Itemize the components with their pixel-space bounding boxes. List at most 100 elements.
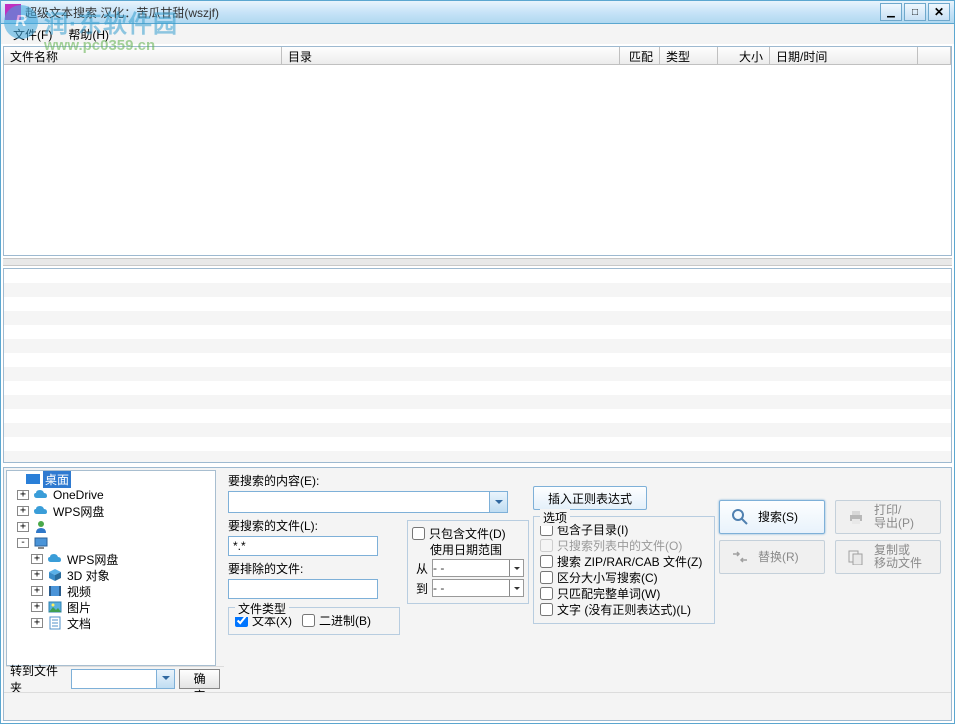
date-range-group: 只包含文件(D) 使用日期范围 从 - - 到 - - bbox=[407, 520, 529, 604]
title-bar: 超级文本搜索 汉化：苦瓜甘甜(wszjf) ▁ □ ✕ bbox=[0, 0, 955, 24]
options-legend: 选项 bbox=[540, 509, 570, 526]
documents-icon bbox=[47, 616, 63, 630]
content-label: 要搜索的内容(E): bbox=[228, 472, 403, 489]
only-include-label: 只包含文件(D) bbox=[429, 525, 506, 542]
results-body bbox=[4, 65, 951, 255]
tree-desktop[interactable]: 桌面 bbox=[7, 471, 215, 487]
tree-documents[interactable]: + 文档 bbox=[7, 615, 215, 631]
exclude-files-input[interactable] bbox=[228, 579, 378, 599]
replace-button: 替换(R) bbox=[719, 540, 825, 574]
chevron-down-icon[interactable] bbox=[489, 492, 507, 512]
tree-this-pc[interactable]: - bbox=[7, 535, 215, 551]
app-icon bbox=[5, 4, 21, 20]
col-directory[interactable]: 目录 bbox=[282, 47, 620, 64]
results-list[interactable]: 文件名称 目录 匹配 类型 大小 日期/时间 bbox=[3, 46, 952, 256]
expand-icon[interactable]: + bbox=[31, 618, 43, 628]
tree-wps-cloud-2[interactable]: + WPS网盘 bbox=[7, 551, 215, 567]
tree-pictures[interactable]: + 图片 bbox=[7, 599, 215, 615]
chevron-down-icon[interactable] bbox=[156, 670, 174, 688]
filetype-legend: 文件类型 bbox=[235, 600, 289, 617]
opt-whole-checkbox[interactable] bbox=[540, 587, 553, 600]
expand-icon[interactable]: + bbox=[31, 554, 43, 564]
col-extra[interactable] bbox=[918, 47, 951, 64]
search-files-input[interactable] bbox=[228, 536, 378, 556]
expand-icon[interactable]: + bbox=[31, 602, 43, 612]
tree-onedrive[interactable]: + OneDrive bbox=[7, 487, 215, 503]
goto-folder-combo[interactable] bbox=[71, 669, 175, 689]
objects3d-icon bbox=[47, 568, 63, 582]
col-datetime[interactable]: 日期/时间 bbox=[770, 47, 918, 64]
expand-icon[interactable]: + bbox=[17, 522, 29, 532]
close-button[interactable]: ✕ bbox=[928, 3, 950, 21]
folder-tree[interactable]: 桌面 + OneDrive + WPS网盘 + bbox=[6, 470, 216, 666]
opt-whole-label: 只匹配完整单词(W) bbox=[557, 585, 660, 602]
filetype-binary-label: 二进制(B) bbox=[319, 612, 371, 629]
date-from-input[interactable]: - - bbox=[432, 559, 524, 577]
opt-case-label: 区分大小写搜索(C) bbox=[557, 569, 658, 586]
col-size[interactable]: 大小 bbox=[718, 47, 770, 64]
col-filename[interactable]: 文件名称 bbox=[4, 47, 282, 64]
search-content-combo[interactable] bbox=[228, 491, 508, 513]
opt-literal-label: 文字 (没有正则表达式)(L) bbox=[557, 601, 691, 618]
results-header: 文件名称 目录 匹配 类型 大小 日期/时间 bbox=[4, 47, 951, 65]
main-container: 文件名称 目录 匹配 类型 大小 日期/时间 桌面 bbox=[0, 44, 955, 724]
desktop-icon bbox=[25, 472, 41, 486]
tree-videos[interactable]: + 视频 bbox=[7, 583, 215, 599]
menu-help[interactable]: 帮助(H) bbox=[60, 24, 117, 45]
cloud-icon bbox=[33, 488, 49, 502]
menu-file[interactable]: 文件(F) bbox=[5, 24, 60, 45]
date-from-label: 从 bbox=[412, 560, 428, 577]
menu-bar: 文件(F) 帮助(H) bbox=[0, 24, 955, 44]
copy-icon bbox=[846, 547, 866, 567]
chevron-down-icon[interactable] bbox=[509, 580, 523, 596]
expand-icon[interactable]: + bbox=[17, 506, 29, 516]
search-button[interactable]: 搜索(S) bbox=[719, 500, 825, 534]
exclude-label: 要排除的文件: bbox=[228, 560, 403, 577]
user-icon bbox=[33, 520, 49, 534]
opt-case-checkbox[interactable] bbox=[540, 571, 553, 584]
preview-panel[interactable] bbox=[3, 268, 952, 463]
status-bar bbox=[4, 692, 951, 720]
collapse-icon[interactable]: - bbox=[17, 538, 29, 548]
tree-3d-objects[interactable]: + 3D 对象 bbox=[7, 567, 215, 583]
replace-icon bbox=[730, 547, 750, 567]
opt-listonly-label: 只搜索列表中的文件(O) bbox=[557, 537, 682, 554]
video-icon bbox=[47, 584, 63, 598]
printer-icon bbox=[846, 507, 866, 527]
insert-regex-button[interactable]: 插入正则表达式 bbox=[533, 486, 647, 510]
maximize-button[interactable]: □ bbox=[904, 3, 926, 21]
pictures-icon bbox=[47, 600, 63, 614]
chevron-down-icon[interactable] bbox=[509, 560, 523, 576]
opt-archives-checkbox[interactable] bbox=[540, 555, 553, 568]
cloud-icon bbox=[47, 552, 63, 566]
minimize-button[interactable]: ▁ bbox=[880, 3, 902, 21]
copy-move-button: 复制或 移动文件 bbox=[835, 540, 941, 574]
expand-icon[interactable]: + bbox=[31, 586, 43, 596]
goto-folder-row: 转到文件夹 确定 bbox=[6, 666, 224, 690]
opt-listonly-checkbox bbox=[540, 539, 553, 552]
tree-wps-cloud[interactable]: + WPS网盘 bbox=[7, 503, 215, 519]
filetype-binary-checkbox[interactable] bbox=[302, 614, 315, 627]
window-title: 超级文本搜索 汉化：苦瓜甘甜(wszjf) bbox=[25, 4, 878, 21]
use-date-label: 使用日期范围 bbox=[430, 541, 502, 558]
date-to-input[interactable]: - - bbox=[432, 579, 524, 597]
goto-label: 转到文件夹 bbox=[10, 662, 67, 696]
splitter-1[interactable] bbox=[3, 258, 952, 266]
date-to-label: 到 bbox=[412, 580, 428, 597]
goto-ok-button[interactable]: 确定 bbox=[179, 669, 220, 689]
cloud-icon bbox=[33, 504, 49, 518]
only-include-checkbox[interactable] bbox=[412, 527, 425, 540]
search-panel: 桌面 + OneDrive + WPS网盘 + bbox=[3, 467, 952, 721]
print-export-button: 打印/ 导出(P) bbox=[835, 500, 941, 534]
tree-user[interactable]: + bbox=[7, 519, 215, 535]
computer-icon bbox=[33, 536, 49, 550]
files-label: 要搜索的文件(L): bbox=[228, 517, 403, 534]
opt-literal-checkbox[interactable] bbox=[540, 603, 553, 616]
col-type[interactable]: 类型 bbox=[660, 47, 718, 64]
expand-icon[interactable]: + bbox=[17, 490, 29, 500]
preview-content bbox=[4, 269, 951, 462]
opt-archives-label: 搜索 ZIP/RAR/CAB 文件(Z) bbox=[557, 553, 702, 570]
search-icon bbox=[730, 507, 750, 527]
expand-icon[interactable]: + bbox=[31, 570, 43, 580]
col-match[interactable]: 匹配 bbox=[620, 47, 660, 64]
